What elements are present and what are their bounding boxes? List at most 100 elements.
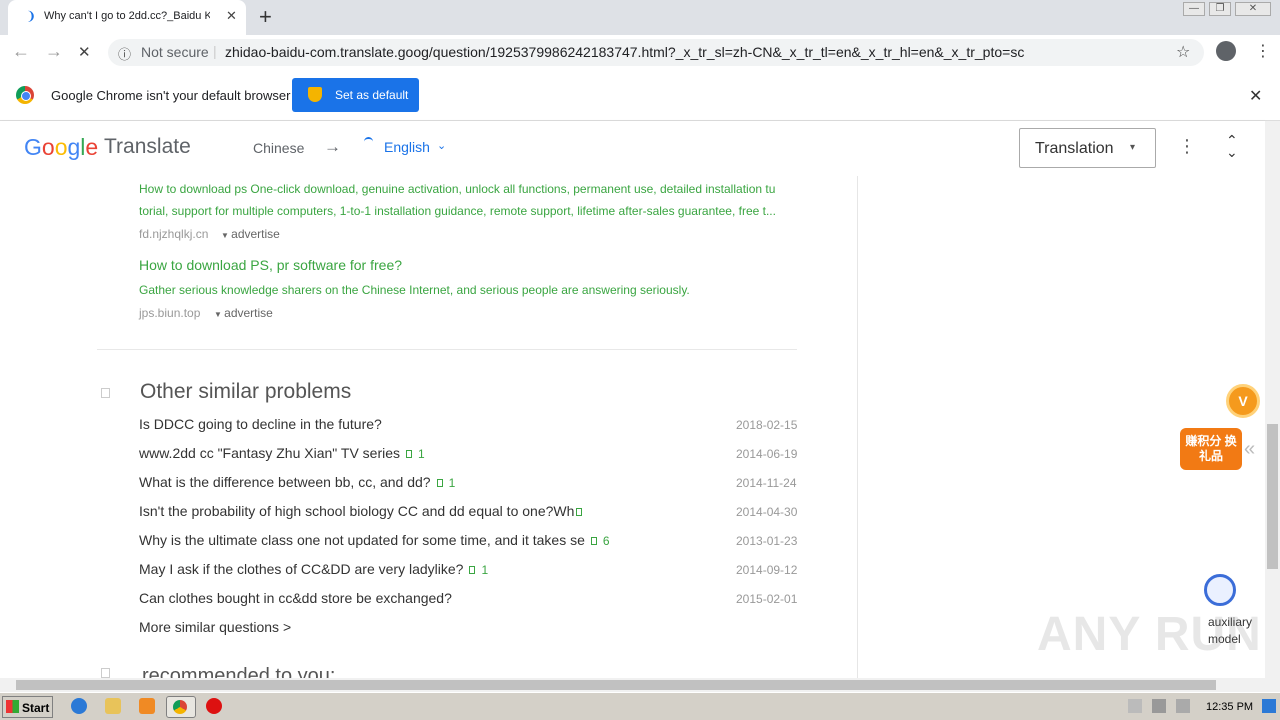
windows-taskbar: Start 12:35 PM (0, 692, 1280, 720)
tab-title: Why can't I go to 2dd.cc?_Baidu Knows (44, 10, 210, 22)
browser-toolbar: ← → ✕ ⓘ Not secure | zhidao-baidu-com.tr… (0, 35, 1280, 70)
browser-tab[interactable]: ❩ Why can't I go to 2dd.cc?_Baidu Knows … (8, 0, 246, 35)
target-language-tab[interactable]: English (384, 139, 430, 155)
ad-domain[interactable]: jps.biun.top (139, 306, 200, 320)
account-avatar-icon[interactable] (1216, 41, 1236, 61)
ad-tag[interactable]: ▼ advertise (214, 306, 273, 320)
chrome-menu-icon[interactable]: ⋮ (1255, 41, 1271, 61)
caret-down-icon: ▼ (214, 310, 225, 319)
info-icon[interactable]: ⓘ (118, 44, 131, 63)
logo-letter: e (85, 134, 99, 160)
media-player-icon[interactable] (139, 698, 155, 714)
translation-mode-select[interactable]: Translation ▾ (1019, 128, 1156, 168)
question-link[interactable]: Can clothes bought in cc&dd store be exc… (139, 590, 452, 606)
question-link[interactable]: What is the difference between bb, cc, a… (139, 474, 431, 490)
answer-count: 1 (448, 476, 456, 490)
tab-strip: ❩ Why can't I go to 2dd.cc?_Baidu Knows … (0, 0, 1280, 35)
question-link[interactable]: Isn't the probability of high school bio… (139, 503, 574, 519)
infobar-close-icon[interactable]: ✕ (1249, 86, 1262, 106)
logo-letter: o (41, 134, 55, 160)
list-item[interactable]: Can clothes bought in cc&dd store be exc… (139, 590, 452, 606)
close-window-button[interactable]: ✕ (1235, 2, 1271, 16)
translate-product-name: Translate (104, 135, 191, 158)
dropdown-arrow-icon: ▾ (1130, 142, 1136, 153)
answer-count: 1 (481, 563, 489, 577)
windows-logo-icon (6, 700, 19, 713)
points-badge-widget[interactable]: V 赚积分 换礼品 « (1172, 382, 1262, 478)
folder-icon[interactable] (105, 698, 121, 714)
ad-description[interactable]: Gather serious knowledge sharers on the … (139, 283, 690, 297)
collapse-icon[interactable]: ⌃ ⌄ (1226, 133, 1238, 159)
question-link[interactable]: May I ask if the clothes of CC&DD are ve… (139, 561, 463, 577)
double-chevron-left-icon[interactable]: « (1244, 438, 1255, 461)
question-link[interactable]: Why is the ultimate class one not update… (139, 532, 585, 548)
translation-mode-value: Translation (1035, 140, 1114, 157)
set-as-default-label: Set as default (335, 88, 409, 102)
points-badge-text: 赚积分 换礼品 (1180, 428, 1242, 470)
vip-badge-icon: V (1226, 384, 1260, 418)
column-divider (857, 176, 858, 678)
question-date: 2014-04-30 (736, 505, 798, 519)
logo-letter: o (54, 134, 68, 160)
minimize-button[interactable]: — (1183, 2, 1205, 16)
stop-reload-icon[interactable]: ✕ (78, 43, 91, 61)
default-browser-infobar: Google Chrome isn't your default browser… (0, 70, 1280, 121)
arrow-right-icon: → (324, 137, 341, 156)
list-item[interactable]: Is DDCC going to decline in the future? (139, 416, 382, 432)
more-similar-link[interactable]: More similar questions > (139, 619, 291, 635)
vertical-scrollbar[interactable] (1265, 121, 1280, 678)
forward-icon[interactable]: → (45, 41, 63, 62)
ad-domain[interactable]: fd.njzhqlkj.cn (139, 227, 208, 241)
clock[interactable]: 12:35 PM (1206, 701, 1253, 713)
ad-description[interactable]: torial, support for multiple computers, … (139, 204, 776, 218)
start-button[interactable]: Start (2, 696, 53, 718)
section-divider (97, 349, 797, 350)
more-options-icon[interactable]: ⋮ (1178, 136, 1196, 157)
ad-tag-label: advertise (224, 306, 273, 320)
chevron-down-icon[interactable]: ⌄ (437, 139, 446, 152)
recommended-heading: recommended to you: (142, 665, 336, 678)
question-date: 2014-09-12 (736, 563, 798, 577)
address-bar[interactable]: ⓘ Not secure | zhidao-baidu-com.translat… (108, 39, 1204, 66)
ad-tag[interactable]: ▼ advertise (221, 227, 280, 241)
caret-down-icon: ▼ (221, 231, 232, 240)
ad-title[interactable]: How to download PS, pr software for free… (139, 257, 402, 273)
show-desktop-icon[interactable] (1262, 699, 1276, 713)
page-content: How to download ps One-click download, g… (0, 176, 1265, 678)
source-language-tab[interactable]: Chinese (253, 140, 304, 156)
network-icon[interactable] (1152, 699, 1166, 713)
scrollbar-thumb[interactable] (1267, 424, 1278, 569)
flag-icon[interactable] (1176, 699, 1190, 713)
ad-title[interactable]: How to download ps One-click download, g… (139, 182, 799, 196)
infobar-message: Google Chrome isn't your default browser (51, 88, 291, 103)
url-text[interactable]: zhidao-baidu-com.translate.goog/question… (225, 44, 1024, 60)
tab-close-icon[interactable]: ✕ (226, 8, 237, 24)
bookmark-star-icon[interactable]: ☆ (1176, 42, 1190, 62)
volume-icon[interactable] (1128, 699, 1142, 713)
set-as-default-button[interactable]: Set as default (292, 78, 419, 112)
list-item[interactable]: Why is the ultimate class one not update… (139, 532, 610, 548)
answer-count-icon (576, 508, 583, 517)
security-app-icon[interactable] (206, 698, 222, 714)
horizontal-scrollbar[interactable] (0, 678, 1280, 692)
new-tab-button[interactable]: + (259, 4, 272, 30)
question-link[interactable]: Is DDCC going to decline in the future? (139, 416, 382, 432)
loading-spinner-icon (364, 137, 373, 146)
security-label[interactable]: Not secure (141, 44, 209, 60)
answer-count: 6 (602, 534, 610, 548)
restore-button[interactable]: ❐ (1209, 2, 1231, 16)
question-date: 2015-02-01 (736, 592, 798, 606)
ie-icon[interactable] (71, 698, 87, 714)
google-translate-bar: Google Translate Chinese → English ⌄ Tra… (0, 121, 1265, 176)
list-item[interactable]: What is the difference between bb, cc, a… (139, 474, 455, 490)
back-icon[interactable]: ← (12, 41, 30, 62)
scrollbar-thumb[interactable] (16, 680, 1216, 690)
shield-icon (308, 87, 322, 102)
list-item[interactable]: www.2dd cc "Fantasy Zhu Xian" TV series 1 (139, 445, 425, 461)
accessibility-icon (1204, 574, 1236, 606)
list-item[interactable]: Isn't the probability of high school bio… (139, 503, 588, 519)
list-item[interactable]: May I ask if the clothes of CC&DD are ve… (139, 561, 488, 577)
section-icon (101, 388, 110, 398)
question-link[interactable]: www.2dd cc "Fantasy Zhu Xian" TV series (139, 445, 400, 461)
chrome-logo-icon (16, 86, 34, 104)
